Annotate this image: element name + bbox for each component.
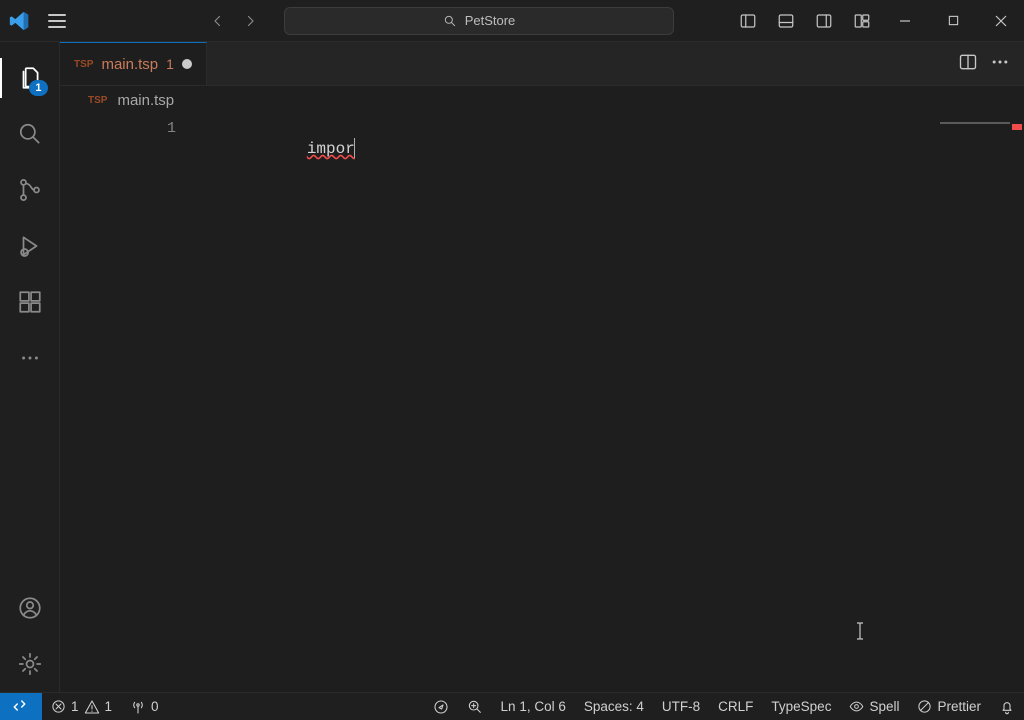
overview-ruler[interactable]: [1010, 116, 1024, 692]
ellipsis-icon: [990, 52, 1010, 72]
search-placeholder: PetStore: [465, 13, 516, 28]
line-number-gutter: 1: [60, 116, 200, 137]
menu-button[interactable]: [42, 8, 72, 34]
ellipsis-icon: [19, 347, 41, 369]
code-content[interactable]: impor: [230, 120, 1004, 176]
status-notifications-button[interactable]: [990, 693, 1024, 720]
status-compass-button[interactable]: [424, 693, 458, 720]
workbench-body: 1 TSP main.tsp 1: [0, 42, 1024, 692]
status-spell-button[interactable]: Spell: [840, 693, 908, 720]
nav-arrows: [204, 7, 264, 35]
explorer-badge: 1: [29, 80, 47, 96]
radio-tower-icon: [130, 699, 146, 715]
command-center-search[interactable]: PetStore: [284, 7, 674, 35]
account-icon: [17, 595, 43, 621]
minimap[interactable]: [940, 122, 1010, 124]
window-minimize-button[interactable]: [882, 3, 928, 39]
editor-group: TSP main.tsp 1 TSP main.tsp 1: [60, 42, 1024, 692]
activity-run-debug[interactable]: [0, 218, 60, 274]
activity-accounts[interactable]: [0, 580, 60, 636]
tab-problems-count: 1: [166, 56, 174, 72]
gear-icon: [17, 651, 43, 677]
activity-search[interactable]: [0, 106, 60, 162]
status-problems-button[interactable]: 1 1: [42, 693, 121, 720]
warning-icon: [84, 699, 100, 715]
status-indentation[interactable]: Spaces: 4: [575, 693, 653, 720]
split-editor-button[interactable]: [958, 52, 978, 75]
customize-layout-button[interactable]: [844, 3, 880, 39]
window-maximize-button[interactable]: [930, 3, 976, 39]
zoom-icon: [467, 699, 483, 715]
editor-more-actions-button[interactable]: [990, 52, 1010, 75]
bell-icon: [999, 699, 1015, 715]
activity-more[interactable]: [0, 330, 60, 386]
text-cursor-icon: [354, 138, 355, 158]
window-close-button[interactable]: [978, 3, 1024, 39]
status-language-mode[interactable]: TypeSpec: [762, 693, 840, 720]
tab-dirty-indicator-icon: [182, 59, 192, 69]
line-number: 1: [60, 120, 176, 137]
title-bar: PetStore: [0, 0, 1024, 42]
activity-explorer[interactable]: 1: [0, 50, 60, 106]
error-icon: [51, 699, 66, 714]
debug-icon: [17, 233, 43, 259]
editor-tabs: TSP main.tsp 1: [60, 42, 1024, 86]
breadcrumb[interactable]: TSP main.tsp: [60, 86, 1024, 116]
compass-icon: [433, 699, 449, 715]
status-remote-button[interactable]: [0, 693, 42, 720]
typespec-file-icon: TSP: [88, 95, 107, 106]
status-warning-count: 1: [105, 699, 113, 714]
activity-settings[interactable]: [0, 636, 60, 692]
eye-icon: [849, 699, 864, 714]
overview-error-marker-icon: [1012, 124, 1022, 130]
toggle-secondary-sidebar-button[interactable]: [806, 3, 842, 39]
activity-bar: 1: [0, 42, 60, 692]
status-bar: 1 1 0 Ln 1, Col 6 Spaces: 4 UTF-8 CRLF T…: [0, 692, 1024, 720]
typespec-file-icon: TSP: [74, 59, 93, 70]
status-ports-button[interactable]: 0: [121, 693, 168, 720]
tab-main-tsp[interactable]: TSP main.tsp 1: [60, 42, 207, 85]
vscode-logo-icon: [8, 10, 30, 32]
cancel-icon: [917, 699, 932, 714]
toggle-primary-sidebar-button[interactable]: [730, 3, 766, 39]
activity-extensions[interactable]: [0, 274, 60, 330]
nav-forward-button[interactable]: [236, 7, 264, 35]
code-token-error: impor: [307, 140, 355, 158]
mouse-text-cursor-icon: [853, 621, 867, 641]
nav-back-button[interactable]: [204, 7, 232, 35]
status-encoding[interactable]: UTF-8: [653, 693, 709, 720]
search-icon: [443, 14, 457, 28]
search-icon: [17, 121, 43, 147]
status-zoom-button[interactable]: [458, 693, 492, 720]
toggle-panel-button[interactable]: [768, 3, 804, 39]
tab-filename: main.tsp: [101, 56, 158, 73]
status-error-count: 1: [71, 699, 79, 714]
editor-body[interactable]: 1 impor: [60, 116, 1024, 692]
status-prettier-button[interactable]: Prettier: [908, 693, 990, 720]
remote-icon: [12, 698, 30, 716]
extensions-icon: [17, 289, 43, 315]
status-eol[interactable]: CRLF: [709, 693, 762, 720]
source-control-icon: [17, 177, 43, 203]
activity-source-control[interactable]: [0, 162, 60, 218]
breadcrumb-filename: main.tsp: [117, 92, 174, 109]
status-ports-count: 0: [151, 699, 159, 714]
status-cursor-position[interactable]: Ln 1, Col 6: [492, 693, 575, 720]
